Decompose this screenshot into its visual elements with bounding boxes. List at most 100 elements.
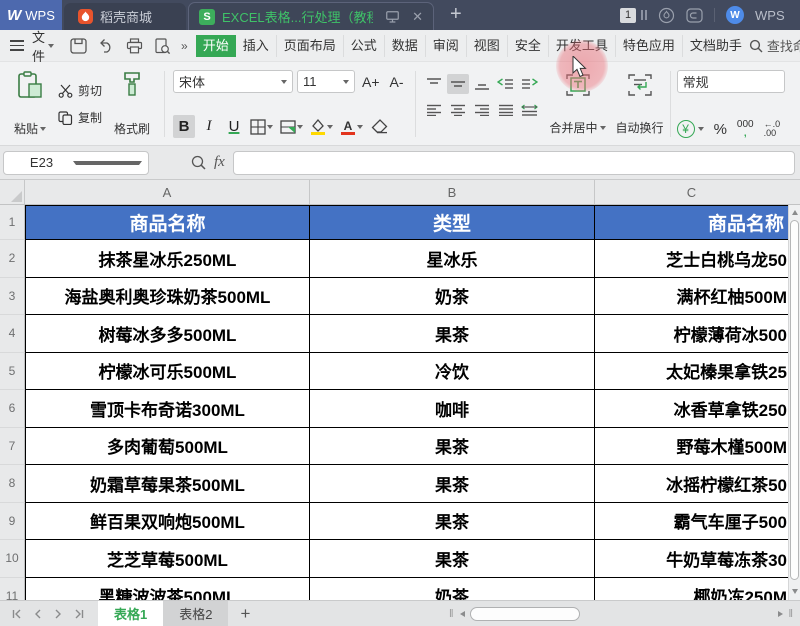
cell-product-name-2[interactable]: 冰香草拿铁250 bbox=[595, 390, 788, 428]
borders-button[interactable] bbox=[248, 115, 275, 138]
align-center-icon[interactable] bbox=[447, 100, 469, 120]
add-sheet-button[interactable]: + bbox=[228, 601, 262, 626]
align-middle-icon[interactable] bbox=[447, 74, 469, 94]
wrap-text-button[interactable]: 自动换行 bbox=[616, 69, 664, 139]
comma-format-button[interactable]: 000, bbox=[737, 120, 754, 138]
cell-product-name[interactable]: 柠檬冰可乐500ML bbox=[25, 353, 310, 391]
scroll-right-icon[interactable] bbox=[778, 611, 783, 617]
align-left-icon[interactable] bbox=[423, 100, 445, 120]
avatar[interactable]: W bbox=[726, 6, 744, 24]
row-header[interactable]: 1 bbox=[0, 205, 25, 240]
document-tab[interactable]: S EXCEL表格...行处理（教程） ✕ bbox=[188, 2, 434, 30]
horizontal-scrollbar-track[interactable] bbox=[470, 607, 774, 621]
header-cell-product-name-2[interactable]: 商品名称 bbox=[595, 205, 788, 240]
menu-tab-9[interactable]: 开发工具 bbox=[549, 35, 616, 57]
align-right-icon[interactable] bbox=[471, 100, 493, 120]
monitor-icon[interactable] bbox=[386, 11, 399, 23]
next-sheet-icon[interactable] bbox=[54, 609, 62, 619]
cell-product-name[interactable]: 多肉葡萄500ML bbox=[25, 428, 310, 466]
scroll-up-icon[interactable] bbox=[792, 210, 798, 215]
menu-tab-1[interactable]: 开始 bbox=[196, 35, 236, 57]
wps-home-tab[interactable]: W WPS bbox=[0, 0, 62, 30]
distribute-icon[interactable] bbox=[519, 100, 541, 120]
menu-tab-4[interactable]: 公式 bbox=[344, 35, 385, 57]
cell-product-name-2[interactable]: 柠檬薄荷冰500 bbox=[595, 315, 788, 353]
stability-icon[interactable] bbox=[658, 7, 675, 24]
cell-product-name[interactable]: 黑糖波波茶500ML bbox=[25, 578, 310, 601]
vertical-scrollbar-thumb[interactable] bbox=[790, 220, 799, 580]
cell-product-name-2[interactable]: 椰奶冻250M bbox=[595, 578, 788, 601]
justify-icon[interactable] bbox=[495, 100, 517, 120]
scrollbar-grip[interactable]: ‖ bbox=[449, 608, 455, 620]
italic-button[interactable]: I bbox=[198, 115, 220, 138]
cell-type[interactable]: 果茶 bbox=[310, 540, 595, 578]
close-tab-icon[interactable]: ✕ bbox=[412, 9, 423, 25]
tab-count-badge[interactable]: 1 bbox=[620, 8, 636, 23]
header-cell-product-name[interactable]: 商品名称 bbox=[25, 205, 310, 240]
format-painter-button[interactable]: 格式刷 bbox=[106, 69, 158, 139]
find-command[interactable]: 查找命令... bbox=[749, 36, 800, 55]
align-bottom-icon[interactable] bbox=[471, 74, 493, 94]
font-name-select[interactable]: 宋体 bbox=[173, 70, 293, 93]
cell-product-name[interactable]: 芝芝草莓500ML bbox=[25, 540, 310, 578]
fx-icon[interactable]: fx bbox=[214, 154, 225, 171]
cut-button[interactable]: 剪切 bbox=[58, 82, 102, 99]
copy-button[interactable]: 复制 bbox=[58, 109, 102, 126]
cell-product-name-2[interactable]: 太妃榛果拿铁25 bbox=[595, 353, 788, 391]
column-header-b[interactable]: B bbox=[310, 180, 595, 204]
menu-tab-8[interactable]: 安全 bbox=[508, 35, 549, 57]
cell-type[interactable]: 果茶 bbox=[310, 465, 595, 503]
menu-tab-2[interactable]: 插入 bbox=[236, 35, 277, 57]
row-header[interactable]: 2 bbox=[0, 240, 25, 278]
cell-type[interactable]: 咖啡 bbox=[310, 390, 595, 428]
last-sheet-icon[interactable] bbox=[74, 609, 84, 619]
sheet-tab-1[interactable]: 表格1 bbox=[98, 601, 163, 626]
cell-shading-button[interactable] bbox=[278, 115, 305, 138]
tab-list-icon[interactable] bbox=[641, 10, 647, 20]
cell-type[interactable]: 果茶 bbox=[310, 428, 595, 466]
decimal-buttons[interactable]: ←.0.00 bbox=[764, 120, 781, 138]
cell-type[interactable]: 果茶 bbox=[310, 315, 595, 353]
cell-type[interactable]: 果茶 bbox=[310, 503, 595, 541]
cell-product-name-2[interactable]: 霸气车厘子500 bbox=[595, 503, 788, 541]
zoom-formula-icon[interactable] bbox=[191, 155, 206, 170]
sheet-tab-2[interactable]: 表格2 bbox=[163, 601, 228, 626]
row-header[interactable]: 9 bbox=[0, 503, 25, 541]
cell-product-name[interactable]: 奶霜草莓果茶500ML bbox=[25, 465, 310, 503]
menu-tab-10[interactable]: 特色应用 bbox=[616, 35, 683, 57]
cell-product-name-2[interactable]: 满杯红柚500M bbox=[595, 278, 788, 316]
menu-tab-3[interactable]: 页面布局 bbox=[277, 35, 344, 57]
currency-format-button[interactable]: ¥ bbox=[677, 120, 704, 138]
select-all-corner[interactable] bbox=[0, 180, 25, 204]
cell-product-name-2[interactable]: 冰摇柠檬红茶50 bbox=[595, 465, 788, 503]
column-header-c[interactable]: C bbox=[595, 180, 788, 204]
percent-format-button[interactable]: % bbox=[714, 121, 727, 138]
number-format-select[interactable]: 常规 bbox=[677, 70, 785, 93]
account-name[interactable]: WPS bbox=[755, 8, 785, 23]
row-header[interactable]: 10 bbox=[0, 540, 25, 578]
increase-font-button[interactable]: A+ bbox=[359, 74, 383, 90]
cell-product-name[interactable]: 抹茶星冰乐250ML bbox=[25, 240, 310, 278]
align-top-icon[interactable] bbox=[423, 74, 445, 94]
scrollbar-grip[interactable]: ‖ bbox=[788, 608, 794, 620]
row-header[interactable]: 11 bbox=[0, 578, 25, 601]
file-menu[interactable]: 文件 bbox=[32, 27, 45, 65]
docer-store-tab[interactable]: 稻壳商城 bbox=[64, 3, 186, 30]
first-sheet-icon[interactable] bbox=[12, 609, 22, 619]
chevron-down-icon[interactable] bbox=[48, 44, 54, 48]
print-preview-icon[interactable] bbox=[154, 38, 171, 54]
row-header[interactable]: 8 bbox=[0, 465, 25, 503]
horizontal-scrollbar[interactable]: ‖ ‖ bbox=[449, 606, 794, 622]
row-header[interactable]: 7 bbox=[0, 428, 25, 466]
row-header[interactable]: 3 bbox=[0, 278, 25, 316]
formula-input[interactable] bbox=[233, 151, 795, 175]
merge-center-button[interactable]: 合并居中 bbox=[550, 69, 606, 139]
print-icon[interactable] bbox=[126, 38, 143, 54]
font-size-select[interactable]: 11 bbox=[297, 70, 355, 93]
font-color-button[interactable]: A bbox=[338, 115, 365, 138]
menu-tab-5[interactable]: 数据 bbox=[385, 35, 426, 57]
cell-product-name[interactable]: 树莓冰多多500ML bbox=[25, 315, 310, 353]
cell-product-name[interactable]: 鲜百果双响炮500ML bbox=[25, 503, 310, 541]
underline-button[interactable]: U bbox=[223, 115, 245, 138]
cell-type[interactable]: 冷饮 bbox=[310, 353, 595, 391]
